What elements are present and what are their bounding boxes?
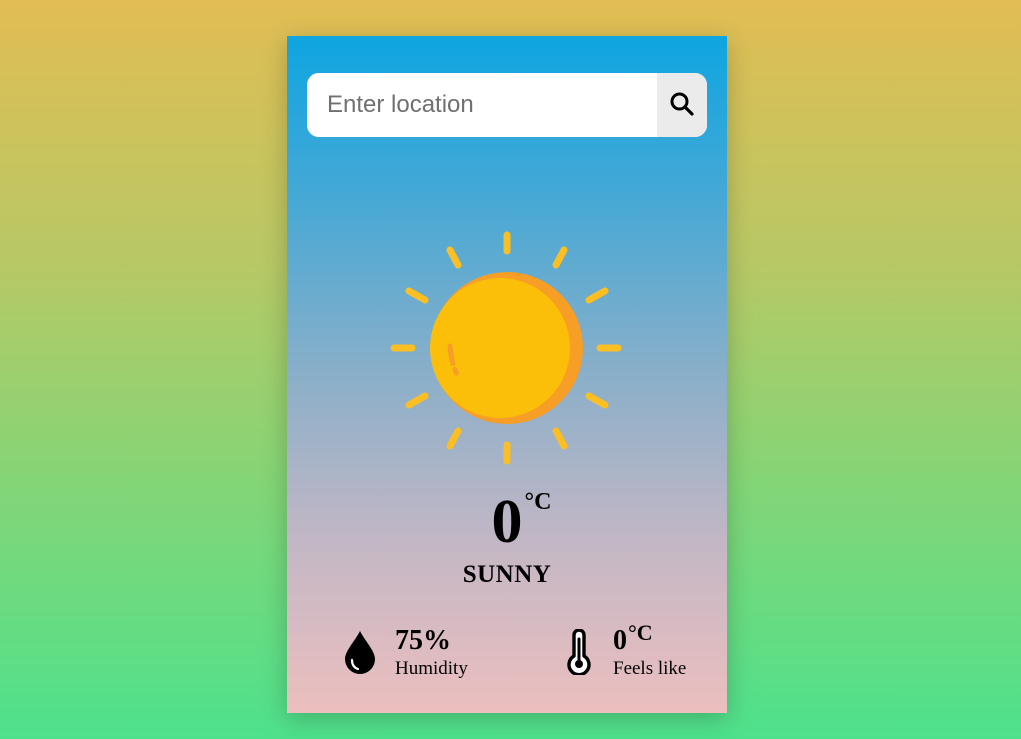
weather-card: 0°C SUNNY 75% Humidity 0°C Feels like [287, 36, 727, 713]
humidity-label: Humidity [395, 658, 468, 679]
thermometer-icon [565, 626, 605, 678]
feels-like-detail: 0 °C Feels like [565, 620, 687, 680]
weather-condition: SUNNY [462, 561, 552, 588]
humidity-detail: 75% Humidity [343, 626, 468, 680]
temperature-value: 0 °C [491, 488, 552, 556]
water-drop-icon [343, 626, 383, 678]
feels-like-unit: °C [628, 620, 653, 645]
search-icon [669, 91, 695, 120]
sun-icon [387, 228, 627, 468]
search-button[interactable] [657, 73, 707, 137]
temperature-unit: °C [524, 489, 552, 515]
current-weather: 0 °C SUNNY [287, 484, 727, 590]
humidity-value: 75% [395, 625, 451, 656]
feels-like-label: Feels like [613, 658, 687, 679]
search-bar [307, 73, 707, 137]
search-input[interactable] [307, 73, 657, 137]
feels-like-value: 0 °C [613, 620, 653, 656]
